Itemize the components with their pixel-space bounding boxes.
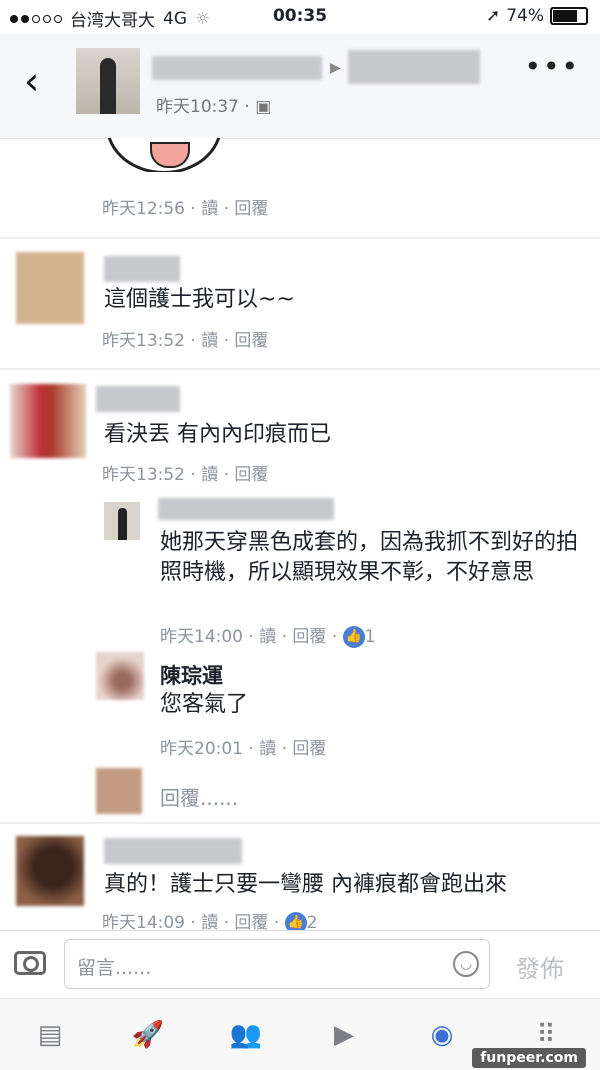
my-avatar (96, 768, 142, 814)
news-feed-icon[interactable]: ▤ (32, 1017, 68, 1053)
poster-name-redacted[interactable] (152, 56, 322, 80)
sticker-image (100, 138, 230, 172)
divider (0, 237, 600, 239)
more-horizontal-icon[interactable]: ••• (524, 50, 580, 83)
divider (0, 822, 600, 824)
replier-name-redacted[interactable] (158, 498, 334, 520)
replier-name[interactable]: 陳琮運 (160, 660, 223, 690)
replier-avatar[interactable] (96, 652, 144, 700)
comment-meta[interactable]: 昨天12:56 · 讀 · 回覆 (102, 194, 268, 219)
post-time-text: 昨天10:37 · (156, 97, 256, 117)
reply-text: 您客氣了 (160, 692, 249, 717)
comment-composer: 留言...... ◡ 發佈 (0, 930, 600, 999)
video-play-icon[interactable]: ▶ (326, 1017, 362, 1053)
back-chevron-icon[interactable]: ‹ (24, 62, 39, 100)
reply-meta[interactable]: 昨天14:00 · 讀 · 回覆 · 👍 1 (160, 622, 375, 648)
divider (0, 368, 600, 370)
globe-notifications-icon[interactable]: ◉ (424, 1017, 460, 1053)
comment-meta[interactable]: 昨天13:52 · 讀 · 回覆 (102, 326, 268, 351)
camera-icon[interactable] (14, 951, 46, 975)
privacy-icon: ▣ (255, 97, 272, 117)
post-time: 昨天10:37 · ▣ (156, 92, 271, 117)
rocket-icon[interactable]: 🚀 (130, 1017, 166, 1053)
comment-text: 看決丟 有內內印痕而已 (104, 422, 331, 447)
commenter-avatar[interactable] (10, 384, 86, 458)
comment-meta[interactable]: 昨天13:52 · 讀 · 回覆 (102, 460, 268, 485)
status-right: ➚ 74% (486, 6, 588, 26)
emoji-icon[interactable]: ◡ (453, 951, 479, 977)
commenter-name-redacted[interactable] (104, 838, 242, 864)
target-name-redacted[interactable] (348, 50, 480, 84)
status-bar: 台湾大哥大 4G ☼ 00:35 ➚ 74% (0, 0, 600, 34)
location-arrow-icon: ➚ (485, 6, 501, 26)
poster-avatar[interactable] (76, 48, 140, 114)
battery-icon (550, 7, 588, 25)
comment-input[interactable]: 留言...... ◡ (64, 939, 490, 989)
reply-meta-text[interactable]: 昨天14:00 · 讀 · 回覆 · (160, 627, 343, 647)
post-header: ‹ ▶ 昨天10:37 · ▣ ••• (0, 34, 600, 139)
like-thumb-icon: 👍 (342, 626, 365, 648)
friends-icon[interactable]: 👥 (228, 1017, 264, 1053)
battery-percent: 74% (506, 6, 544, 26)
watermark: funpeer.com (472, 1048, 586, 1068)
commenter-avatar[interactable] (16, 252, 84, 324)
comment-text: 真的！護士只要一彎腰 內褲痕都會跑出來 (104, 872, 507, 897)
comment-text: 這個護士我可以~~ (104, 287, 295, 312)
reply-text: 她那天穿黑色成套的，因為我抓不到好的拍照時機，所以顯現效果不彰，不好意思 (160, 530, 579, 585)
arrow-right-icon: ▶ (330, 60, 341, 76)
reply-prompt[interactable]: 回覆...... (160, 782, 238, 811)
commenter-name-redacted[interactable] (96, 386, 180, 412)
like-count[interactable]: 1 (365, 627, 376, 647)
reply-meta[interactable]: 昨天20:01 · 讀 · 回覆 (160, 734, 326, 759)
post-button[interactable]: 發佈 (516, 949, 564, 984)
replier-avatar[interactable] (104, 502, 140, 540)
commenter-avatar[interactable] (16, 836, 84, 906)
commenter-name-redacted[interactable] (104, 256, 180, 282)
comment-placeholder: 留言...... (77, 957, 152, 979)
